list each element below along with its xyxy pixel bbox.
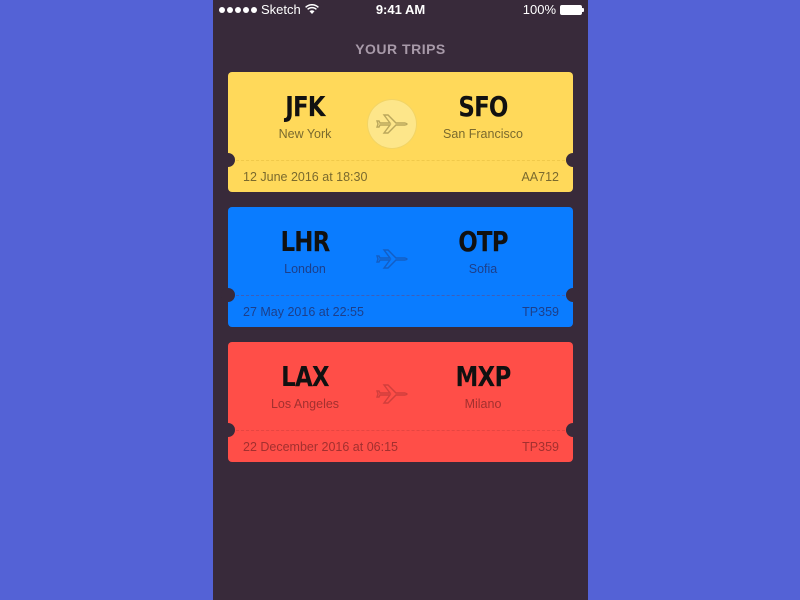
- trip-ticket[interactable]: LHR OTP London Sofia 27 May 2016 at 22:5…: [221, 207, 580, 327]
- ticket-divider: [236, 295, 565, 296]
- page-title: YOUR TRIPS: [355, 41, 446, 57]
- airplane-icon: [368, 100, 416, 148]
- origin-city: London: [284, 262, 326, 276]
- destination-code: OTP: [458, 225, 508, 258]
- destination-code: MXP: [455, 360, 512, 393]
- destination-city: Milano: [464, 397, 502, 411]
- flight-number: TP359: [522, 305, 559, 319]
- ticket-notch-right: [566, 288, 580, 302]
- battery-percent: 100%: [522, 2, 556, 17]
- flight-date: 27 May 2016 at 22:55: [243, 305, 364, 319]
- phone-screen: Sketch 9:41 AM 100% YOUR TRIPS JFK SFO N…: [213, 0, 588, 600]
- destination-code: SFO: [458, 90, 508, 123]
- flight-date: 12 June 2016 at 18:30: [243, 170, 368, 184]
- origin-city: Los Angeles: [270, 397, 340, 411]
- trip-ticket[interactable]: JFK SFO New York San Francisco 12 June 2…: [221, 72, 580, 192]
- ticket-notch-left: [221, 423, 235, 437]
- ticket-divider: [236, 160, 565, 161]
- airplane-icon: [368, 370, 416, 418]
- origin-code: LHR: [280, 225, 330, 258]
- trip-ticket[interactable]: LAX MXP Los Angeles Milano 22 December 2…: [221, 342, 580, 462]
- destination-city: San Francisco: [443, 127, 523, 141]
- origin-city: New York: [278, 127, 332, 141]
- ticket-notch-left: [221, 153, 235, 167]
- ticket-notch-right: [566, 153, 580, 167]
- origin-code: LAX: [281, 360, 329, 393]
- flight-date: 22 December 2016 at 06:15: [243, 440, 398, 454]
- status-bar: Sketch 9:41 AM 100%: [213, 0, 588, 20]
- flight-number: AA712: [521, 170, 559, 184]
- origin-code: JFK: [285, 90, 325, 123]
- ticket-notch-right: [566, 423, 580, 437]
- ticket-notch-left: [221, 288, 235, 302]
- destination-city: Sofia: [468, 262, 498, 276]
- ticket-divider: [236, 430, 565, 431]
- battery-icon: [560, 4, 584, 15]
- airplane-icon: [368, 235, 416, 283]
- flight-number: TP359: [522, 440, 559, 454]
